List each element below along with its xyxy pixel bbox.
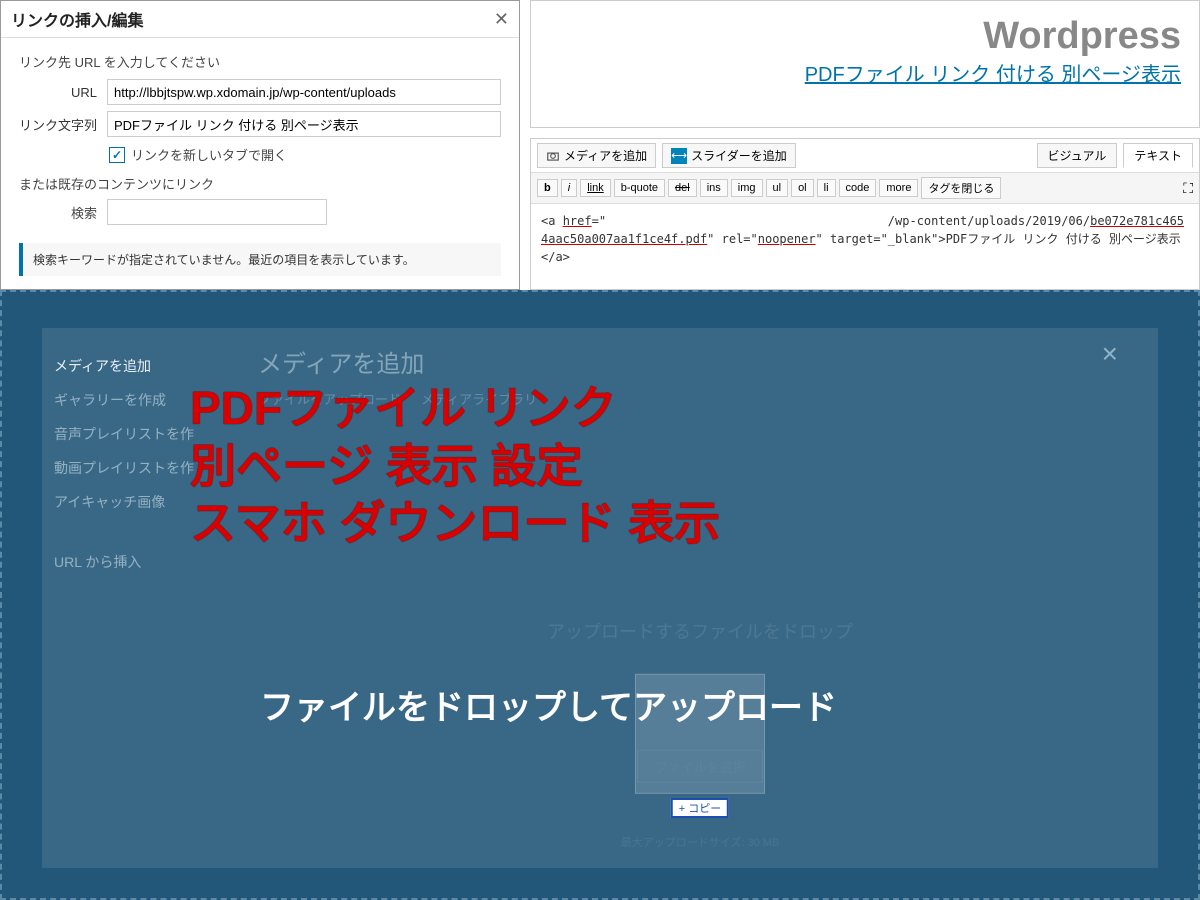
tag-ul[interactable]: ul [766, 179, 789, 197]
media-close-icon[interactable]: × [1102, 338, 1118, 370]
wordpress-brand: Wordpress [549, 15, 1181, 58]
media-modal-title: メディアを追加 [258, 344, 1142, 379]
overlay-headline: PDFファイル リンク 別ページ 表示 設定 スマホ ダウンロード 表示 [190, 380, 720, 553]
tab-visual[interactable]: ビジュアル [1037, 143, 1118, 168]
add-slider-button[interactable]: ⟷ スライダーを追加 [662, 143, 796, 168]
new-tab-checkbox[interactable]: ✓ [109, 147, 125, 163]
tag-close[interactable]: タグを閉じる [921, 177, 1001, 199]
or-existing-text: または既存のコンテンツにリンク [19, 174, 501, 193]
dialog-title: リンクの挿入/編集 [11, 7, 143, 31]
tag-more[interactable]: more [879, 179, 918, 197]
add-media-button[interactable]: メディアを追加 [537, 143, 656, 168]
tag-del[interactable]: del [668, 179, 697, 197]
max-upload-text: 最大アップロードサイズ: 30 MB [547, 834, 853, 850]
search-label: 検索 [19, 203, 97, 222]
link-text-input[interactable] [107, 111, 501, 137]
editor-panel: メディアを追加 ⟷ スライダーを追加 ビジュアル テキスト b i link b… [530, 138, 1200, 290]
tab-text[interactable]: テキスト [1123, 143, 1193, 168]
tag-b[interactable]: b [537, 179, 558, 197]
overlay-subheadline: ファイルをドロップしてアップロード [260, 680, 837, 729]
select-file-button[interactable]: ファイルを選択 [637, 750, 762, 783]
tag-li[interactable]: li [817, 179, 836, 197]
url-label: URL [19, 85, 97, 100]
tag-i[interactable]: i [561, 179, 577, 197]
sidebar-item-url[interactable]: URL から挿入 [54, 552, 230, 572]
drop-instruction: アップロードするファイルをドロップ [547, 618, 853, 644]
preview-link[interactable]: PDFファイル リンク 付ける 別ページ表示 [805, 64, 1181, 86]
camera-icon [546, 149, 560, 163]
link-insert-dialog: リンクの挿入/編集 ✕ リンク先 URL を入力してください URL リンク文字… [0, 0, 520, 290]
slider-icon: ⟷ [671, 148, 687, 164]
close-icon[interactable]: ✕ [494, 9, 509, 30]
link-text-label: リンク文字列 [19, 115, 97, 134]
tag-img[interactable]: img [731, 179, 763, 197]
tag-ol[interactable]: ol [791, 179, 814, 197]
code-textarea[interactable]: <a href=" /wp-content/uploads/2019/06/be… [531, 204, 1199, 274]
search-input[interactable] [107, 199, 327, 225]
info-message: 検索キーワードが指定されていません。最近の項目を表示しています。 [19, 243, 501, 276]
sidebar-item-add-media[interactable]: メディアを追加 [54, 356, 230, 376]
fullscreen-icon[interactable]: ⛶ [1183, 180, 1193, 197]
tag-ins[interactable]: ins [700, 179, 728, 197]
tag-link[interactable]: link [580, 179, 611, 197]
checkbox-label: リンクを新しいタブで開く [131, 145, 287, 164]
tag-bquote[interactable]: b-quote [614, 179, 665, 197]
copy-badge[interactable]: + コピー [671, 798, 729, 818]
url-input[interactable] [107, 79, 501, 105]
preview-panel: Wordpress PDFファイル リンク 付ける 別ページ表示 [530, 0, 1200, 128]
tag-code[interactable]: code [839, 179, 877, 197]
dialog-instruction: リンク先 URL を入力してください [19, 52, 501, 71]
